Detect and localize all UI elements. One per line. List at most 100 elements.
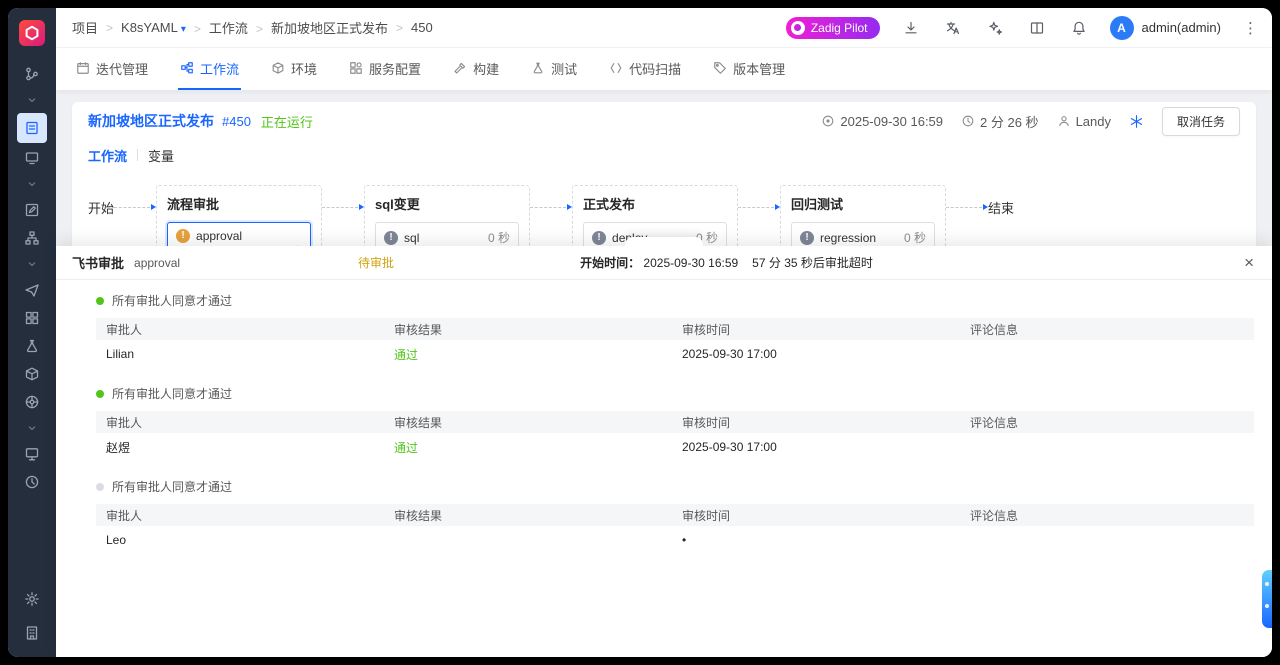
approval-group: 所有审批人同意才通过 审批人 审核结果 审核时间 评论信息 Leo •: [96, 478, 1254, 554]
monitor-icon[interactable]: [17, 144, 47, 172]
panel-header: 飞书审批 approval 待审批 开始时间： 2025-09-30 16:59…: [56, 246, 1272, 280]
approval-group: 所有审批人同意才通过 审批人 审核结果 审核时间 评论信息 赵煜 通过 2025…: [96, 385, 1254, 461]
avatar: A: [1110, 16, 1134, 40]
col-comment: 评论信息: [970, 414, 1254, 431]
edit-icon[interactable]: [17, 196, 47, 224]
close-icon[interactable]: ×: [1244, 254, 1254, 271]
col-time: 审核时间: [682, 507, 970, 524]
dag-connector: [530, 204, 572, 210]
approval-group: 所有审批人同意才通过 审批人 审核结果 审核时间 评论信息 Lilian 通过 …: [96, 292, 1254, 368]
approval-rule: 所有审批人同意才通过: [96, 385, 1254, 402]
run-tab-workflow[interactable]: 工作流: [88, 146, 127, 165]
job-name: regression: [820, 231, 876, 245]
username: admin(admin): [1142, 20, 1221, 35]
table-header: 审批人 审核结果 审核时间 评论信息: [96, 411, 1254, 433]
chevron-down-icon[interactable]: [17, 416, 47, 440]
sidebar-menu: [17, 60, 47, 496]
user-menu[interactable]: A admin(admin): [1110, 16, 1221, 40]
chevron-down-icon[interactable]: [17, 88, 47, 112]
run-number-link[interactable]: #450: [222, 114, 251, 129]
table-row: 赵煜 通过 2025-09-30 17:00: [96, 433, 1254, 461]
tab-workflow[interactable]: 工作流: [178, 48, 241, 90]
tab-code-scan[interactable]: 代码扫描: [607, 48, 683, 90]
stage-title: 流程审批: [167, 194, 311, 213]
pipeline-icon[interactable]: [17, 224, 47, 252]
clock-icon[interactable]: [17, 468, 47, 496]
more-vertical-icon[interactable]: ⋮: [1243, 19, 1258, 37]
col-result: 审核结果: [394, 414, 682, 431]
breadcrumb-project-name[interactable]: K8sYAML▾: [98, 20, 186, 35]
approval-rule: 所有审批人同意才通过: [96, 292, 1254, 309]
dag-start-node: 开始: [88, 198, 114, 217]
approval-type-title: 飞书审批: [72, 253, 124, 272]
tab-iteration[interactable]: 迭代管理: [74, 48, 150, 90]
download-icon[interactable]: [900, 17, 922, 39]
duration-meta: 2 分 26 秒: [961, 112, 1039, 131]
breadcrumb-projects[interactable]: 项目: [72, 18, 98, 37]
send-icon[interactable]: [17, 276, 47, 304]
table-row: Leo •: [96, 526, 1254, 554]
dag-connector: [738, 204, 780, 210]
approval-result: 通过: [394, 439, 682, 456]
col-approver: 审批人: [106, 507, 394, 524]
table-header: 审批人 审核结果 审核时间 评论信息: [96, 504, 1254, 526]
stage-title: 回归测试: [791, 194, 935, 213]
dag-connector: [114, 204, 156, 210]
chevron-down-icon[interactable]: [17, 252, 47, 276]
breadcrumb-workflows[interactable]: 工作流: [186, 18, 248, 37]
tab-release[interactable]: 版本管理: [711, 48, 787, 90]
run-header: 新加坡地区正式发布 #450 正在运行 2025-09-30 16:59 2 分…: [88, 110, 1240, 132]
status-dot-approved: [96, 297, 104, 305]
tab-build[interactable]: 构建: [451, 48, 501, 90]
stage-title: sql变更: [375, 194, 519, 213]
run-tab-variables[interactable]: 变量: [148, 146, 174, 165]
approval-start-time: 开始时间： 2025-09-30 16:59: [580, 254, 738, 271]
approval-job-name: approval: [134, 256, 180, 270]
helm-icon[interactable]: [17, 388, 47, 416]
bell-icon[interactable]: [1068, 17, 1090, 39]
chevron-down-icon[interactable]: [17, 172, 47, 196]
start-time-meta: 2025-09-30 16:59: [821, 114, 943, 129]
breadcrumb-workflow-name[interactable]: 新加坡地区正式发布: [248, 18, 388, 37]
building-icon[interactable]: [17, 619, 47, 647]
approval-detail-panel: 飞书审批 approval 待审批 开始时间： 2025-09-30 16:59…: [56, 246, 1272, 657]
breadcrumb-task-id[interactable]: 450: [388, 20, 433, 35]
tab-test[interactable]: 测试: [529, 48, 579, 90]
sidebar-item-workflow[interactable]: [17, 113, 47, 143]
snowflake-icon[interactable]: [1129, 114, 1144, 129]
user-icon: [1057, 114, 1071, 128]
cancel-task-button[interactable]: 取消任务: [1162, 107, 1240, 136]
package-icon[interactable]: [17, 360, 47, 388]
col-time: 审核时间: [682, 321, 970, 338]
warning-icon: !: [176, 229, 190, 243]
pilot-float-button[interactable]: [1262, 570, 1272, 628]
approval-status-badge: 待审批: [358, 254, 394, 271]
approval-time: 2025-09-30 17:00: [682, 440, 970, 454]
flask-icon[interactable]: [17, 332, 47, 360]
zadig-pilot-button[interactable]: Zadig Pilot: [786, 17, 880, 39]
zadig-logo[interactable]: [19, 20, 45, 46]
table-header: 审批人 审核结果 审核时间 评论信息: [96, 318, 1254, 340]
translate-icon[interactable]: [942, 17, 964, 39]
gear-icon[interactable]: [17, 585, 47, 613]
workflow-name-link[interactable]: 新加坡地区正式发布: [88, 111, 214, 131]
sparkles-icon[interactable]: [984, 17, 1006, 39]
app-window: ‹ 项目 K8sYAML▾ 工作流 新加坡地区正式发布 450 Zadig Pi…: [8, 8, 1272, 657]
col-approver: 审批人: [106, 414, 394, 431]
module-tabbar: 迭代管理 工作流 环境 服务配置 构建 测试 代码扫描 版本管理: [56, 48, 1272, 90]
panel-body: 所有审批人同意才通过 审批人 审核结果 审核时间 评论信息 Lilian 通过 …: [56, 280, 1272, 571]
run-meta: 2025-09-30 16:59 2 分 26 秒 Landy 取消任务: [821, 107, 1240, 136]
col-comment: 评论信息: [970, 507, 1254, 524]
display-icon[interactable]: [17, 440, 47, 468]
tab-service-config[interactable]: 服务配置: [347, 48, 423, 90]
breadcrumb: 项目 K8sYAML▾ 工作流 新加坡地区正式发布 450: [72, 18, 433, 37]
col-time: 审核时间: [682, 414, 970, 431]
dag-connector: [322, 204, 364, 210]
grid-icon[interactable]: [17, 304, 47, 332]
pilot-logo-icon: [791, 21, 805, 35]
branch-icon[interactable]: [17, 60, 47, 88]
tab-environment[interactable]: 环境: [269, 48, 319, 90]
stage-title: 正式发布: [583, 194, 727, 213]
dag-connector: [946, 204, 988, 210]
columns-icon[interactable]: [1026, 17, 1048, 39]
